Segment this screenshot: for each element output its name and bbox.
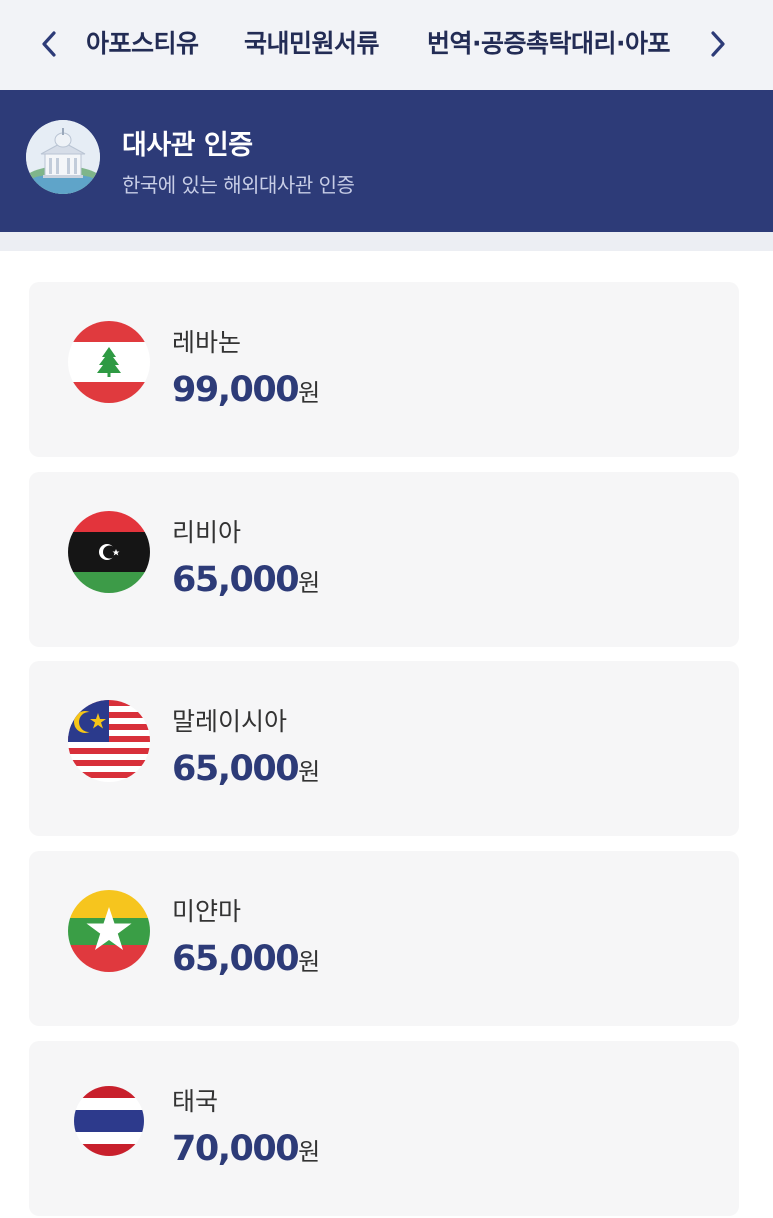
top-category-nav: 아포스티유 국내민원서류 번역·공증촉탁대리·아포 (0, 0, 773, 90)
country-name: 태국 (172, 1087, 219, 1116)
price-unit: 원 (298, 569, 321, 597)
price-value: 65,000 (172, 749, 300, 789)
country-name: 레바논 (172, 328, 242, 357)
category-tabs: 아포스티유 국내민원서류 번역·공증촉탁대리·아포 (86, 0, 683, 90)
page-subtitle: 한국에 있는 해외대사관 인증 (122, 173, 355, 197)
country-card-lebanon[interactable]: 레바논 99,000원 (29, 282, 739, 457)
tab-domestic-documents[interactable]: 국내민원서류 (244, 26, 380, 62)
thailand-flag-icon (74, 1086, 144, 1156)
tab-translation-notary[interactable]: 번역·공증촉탁대리·아포 (427, 26, 671, 62)
section-divider (0, 232, 773, 251)
country-name: 미얀마 (172, 897, 242, 926)
lebanon-flag-icon (68, 321, 150, 403)
embassy-building-icon (26, 120, 100, 194)
price-unit: 원 (298, 379, 321, 407)
myanmar-flag-icon (68, 890, 150, 972)
chevron-left-icon (42, 31, 56, 57)
page-title: 대사관 인증 (122, 130, 253, 161)
country-card-myanmar[interactable]: 미얀마 65,000원 (29, 851, 739, 1026)
price: 65,000원 (172, 937, 320, 987)
country-card-libya[interactable]: 리비아 65,000원 (29, 472, 739, 647)
country-name: 리비아 (172, 518, 242, 547)
price-value: 65,000 (172, 560, 300, 600)
libya-flag-icon (68, 511, 150, 593)
nav-prev-button[interactable] (29, 22, 69, 66)
price: 65,000원 (172, 558, 320, 608)
nav-next-button[interactable] (698, 22, 738, 66)
price-value: 65,000 (172, 939, 300, 979)
price-value: 70,000 (172, 1129, 300, 1169)
price: 70,000원 (172, 1127, 320, 1177)
price: 65,000원 (172, 747, 320, 797)
country-card-thailand[interactable]: 태국 70,000원 (29, 1041, 739, 1216)
price: 99,000원 (172, 368, 320, 418)
tab-apostille[interactable]: 아포스티유 (86, 26, 199, 62)
malaysia-flag-icon (68, 700, 150, 782)
price-value: 99,000 (172, 370, 300, 410)
chevron-right-icon (711, 31, 725, 57)
country-card-malaysia[interactable]: 말레이시아 65,000원 (29, 661, 739, 836)
price-unit: 원 (298, 948, 321, 976)
country-name: 말레이시아 (172, 707, 288, 736)
section-header: 대사관 인증 한국에 있는 해외대사관 인증 (0, 90, 773, 232)
price-unit: 원 (298, 1138, 321, 1166)
price-unit: 원 (298, 758, 321, 786)
